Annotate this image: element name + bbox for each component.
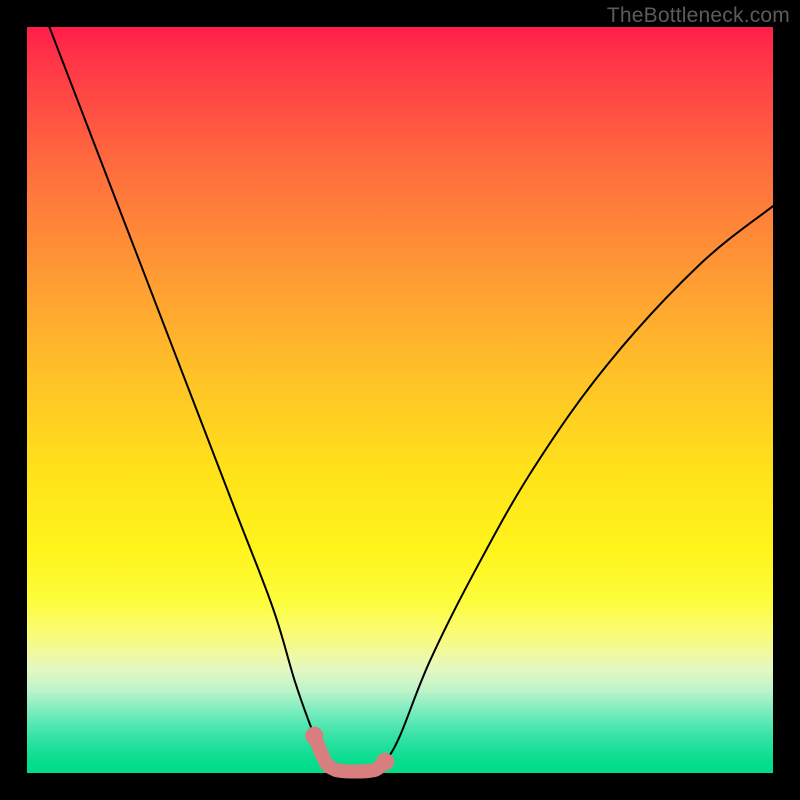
bottleneck-curve (49, 27, 773, 772)
highlight-band (314, 736, 385, 772)
curve-layer (27, 27, 773, 773)
watermark-text: TheBottleneck.com (607, 4, 790, 28)
chart-frame: TheBottleneck.com (0, 0, 800, 800)
highlight-endpoint (376, 753, 394, 771)
highlight-endpoint (305, 727, 323, 745)
